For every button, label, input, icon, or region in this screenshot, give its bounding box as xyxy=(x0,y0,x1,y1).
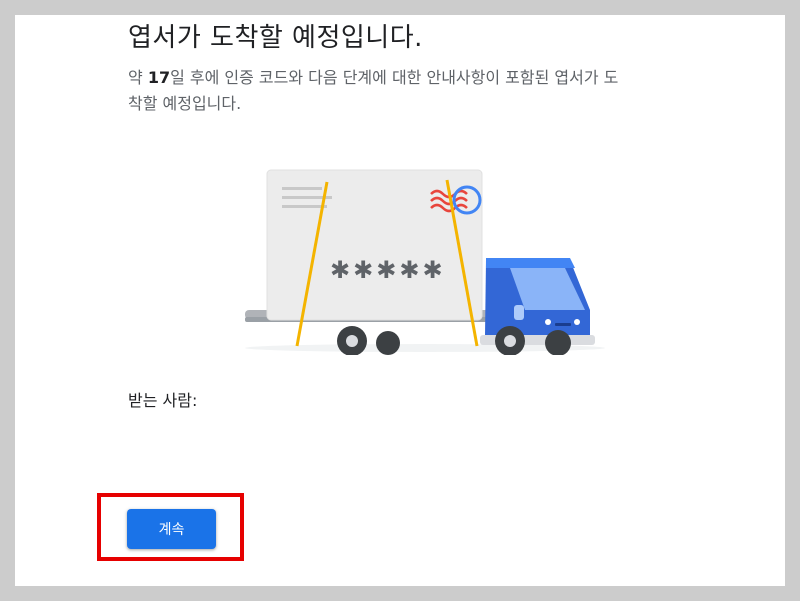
page-title: 엽서가 도착할 예정입니다. xyxy=(128,23,423,53)
delivery-truck-illustration: ✱✱✱✱✱ xyxy=(245,169,605,355)
masked-code: ✱✱✱✱✱ xyxy=(330,256,446,284)
description-suffix: 일 후에 인증 코드와 다음 단계에 대한 안내사항이 포함된 엽서가 도착할 … xyxy=(128,68,619,113)
postcard-card: 엽서가 도착할 예정입니다. 약 17일 후에 인증 코드와 다음 단계에 대한… xyxy=(15,15,785,586)
days-count: 17 xyxy=(147,68,171,87)
description-prefix: 약 xyxy=(128,68,148,87)
page-description: 약 17일 후에 인증 코드와 다음 단계에 대한 안내사항이 포함된 엽서가 … xyxy=(128,65,628,117)
recipient-label: 받는 사람: xyxy=(128,391,198,410)
continue-button[interactable]: 계속 xyxy=(127,509,216,549)
